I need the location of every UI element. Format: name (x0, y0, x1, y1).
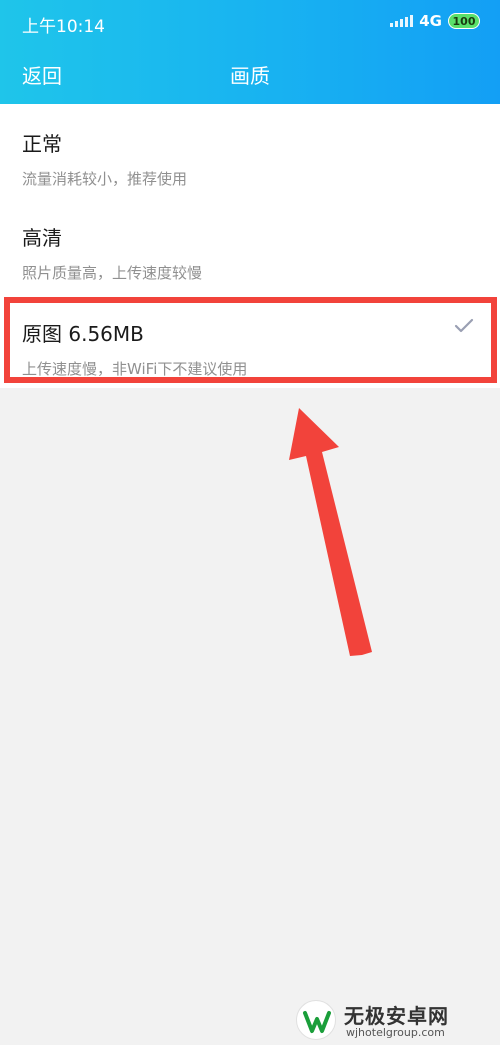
option-title: 正常 (22, 132, 62, 156)
watermark-url: wjhotelgroup.com (346, 1026, 445, 1039)
option-title: 原图 6.56MB (22, 322, 144, 346)
signal-icon (390, 15, 414, 27)
status-indicators: 4G 100 (390, 12, 480, 30)
option-normal[interactable]: 正常 流量消耗较小，推荐使用 (0, 104, 500, 198)
watermark-logo-icon (296, 1000, 336, 1040)
watermark-name: 无极安卓网 (344, 1004, 449, 1028)
status-bar: 上午10:14 4G 100 (0, 0, 500, 44)
option-title: 高清 (22, 226, 62, 250)
status-time: 上午10:14 (22, 17, 105, 37)
option-description: 照片质量高，上传速度较慢 (22, 264, 203, 282)
option-description: 流量消耗较小，推荐使用 (22, 170, 188, 188)
battery-icon: 100 (448, 13, 480, 29)
network-type: 4G (419, 12, 442, 30)
arrow-shape (289, 408, 372, 656)
page-title: 画质 (230, 64, 270, 88)
option-hd[interactable]: 高清 照片质量高，上传速度较慢 (0, 198, 500, 292)
option-original[interactable]: 原图 6.56MB 上传速度慢，非WiFi下不建议使用 (0, 294, 500, 388)
check-icon (454, 318, 474, 333)
nav-bar: 返回 画质 (0, 50, 500, 98)
quality-option-list: 正常 流量消耗较小，推荐使用 高清 照片质量高，上传速度较慢 原图 6.56MB… (0, 104, 500, 388)
option-description: 上传速度慢，非WiFi下不建议使用 (22, 360, 248, 378)
app-header: 上午10:14 4G 100 返回 画质 (0, 0, 500, 104)
watermark: 无极安卓网 wjhotelgroup.com (296, 1000, 496, 1040)
